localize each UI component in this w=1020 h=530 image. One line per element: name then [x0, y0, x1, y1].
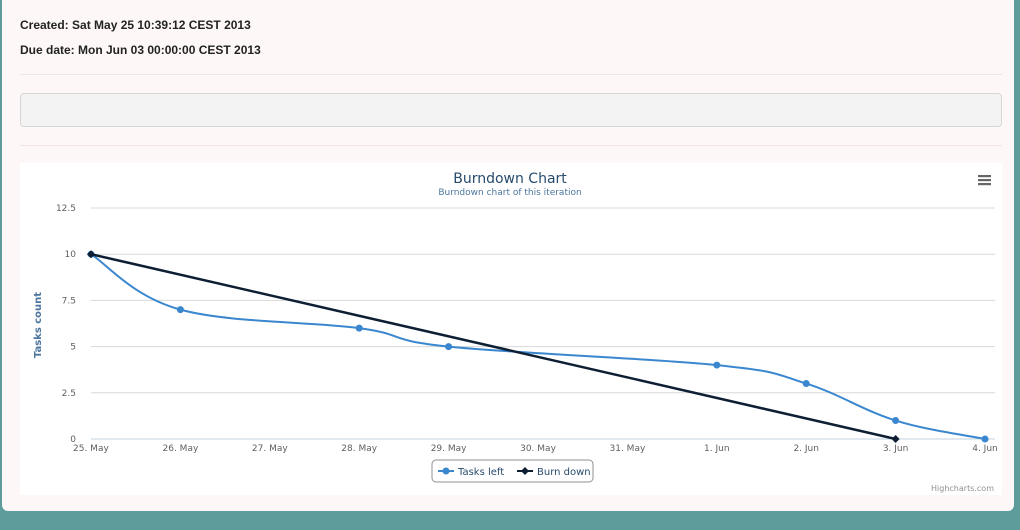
- y-tick-label: 12.5: [56, 204, 76, 214]
- x-tick-label: 3. Jun: [883, 444, 909, 454]
- y-tick-label: 2.5: [62, 389, 76, 399]
- y-tick-label: 10: [65, 250, 77, 260]
- data-point: [355, 324, 363, 332]
- divider: [20, 74, 1002, 75]
- x-tick-label: 2. Jun: [793, 444, 819, 454]
- y-tick-label: 7.5: [62, 296, 76, 306]
- chart-svg: 02.557.51012.5 25. May 26. May 27. May 28. …: [33, 169, 998, 493]
- chart-grid: [91, 207, 995, 440]
- burndown-chart: 0 2.5 5 7.5 10 12.5 25. May 26. May 27. May 28. …: [20, 163, 1002, 495]
- data-point: [445, 343, 453, 351]
- y-axis-label: Tasks count: [33, 292, 44, 358]
- legend-label: Tasks left: [457, 467, 504, 478]
- x-tick-label: 25. May: [73, 444, 109, 454]
- data-point: [176, 306, 184, 314]
- hamburger-menu-icon: [978, 175, 991, 186]
- x-tick-label: 4. Jun: [972, 444, 998, 454]
- x-tick-label: 30. May: [520, 444, 556, 454]
- created-date: Created: Sat May 25 10:39:12 CEST 2013: [20, 18, 251, 32]
- data-point: [802, 380, 810, 388]
- x-tick-label: 26. May: [163, 444, 199, 454]
- x-tick-label: 27. May: [252, 444, 288, 454]
- x-tick-label: 31. May: [610, 444, 646, 454]
- data-point: [891, 435, 900, 443]
- iteration-panel: Created: Sat May 25 10:39:12 CEST 2013 D…: [2, 0, 1014, 511]
- x-tick-label: 29. May: [431, 444, 467, 454]
- chart-credits[interactable]: Highcharts.com: [931, 484, 994, 493]
- divider: [20, 145, 1002, 146]
- y-tick-label: 5: [70, 343, 76, 353]
- chart-menu-button[interactable]: [972, 169, 996, 191]
- x-tick-label: 28. May: [341, 444, 377, 454]
- data-point: [981, 435, 989, 443]
- legend-label: Burn down: [537, 467, 591, 478]
- data-point: [892, 417, 900, 425]
- x-axis-ticks: 25. May 26. May 27. May 28. May 29. May 30. M…: [73, 444, 998, 454]
- chart-subtitle: Burndown chart of this iteration: [438, 188, 581, 198]
- due-date: Due date: Mon Jun 03 00:00:00 CEST 2013: [20, 43, 261, 57]
- y-axis-ticks: 02.557.51012.5: [56, 204, 76, 445]
- chart-title: Burndown Chart: [453, 171, 567, 187]
- data-point: [713, 361, 721, 369]
- chart-legend: Tasks left Burn down: [431, 459, 594, 483]
- progress-bar: [20, 93, 1002, 127]
- x-tick-label: 1. Jun: [704, 444, 730, 454]
